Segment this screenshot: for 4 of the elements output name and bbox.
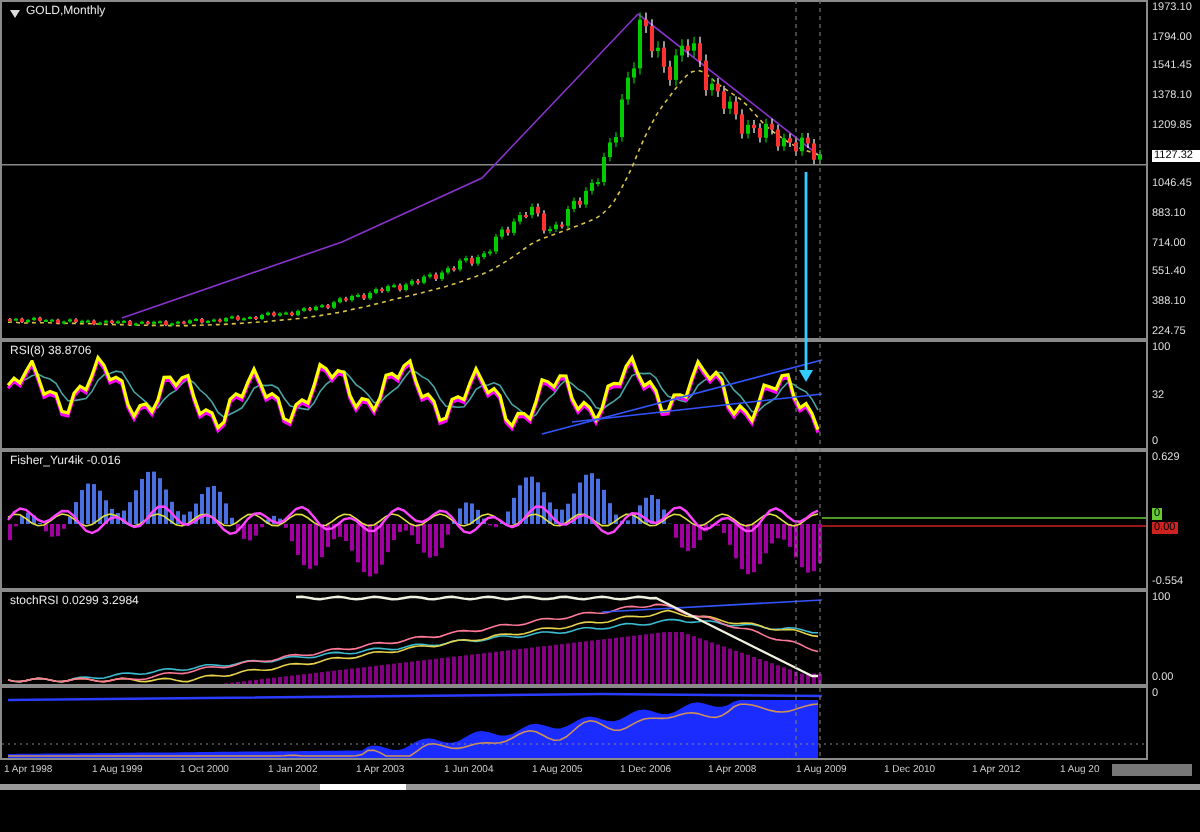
scrollbar[interactable]: [0, 784, 1200, 790]
scrollbar-thumb[interactable]: [320, 784, 406, 790]
time-axis-marker: [1112, 764, 1192, 776]
triangle-icon[interactable]: [10, 9, 20, 17]
